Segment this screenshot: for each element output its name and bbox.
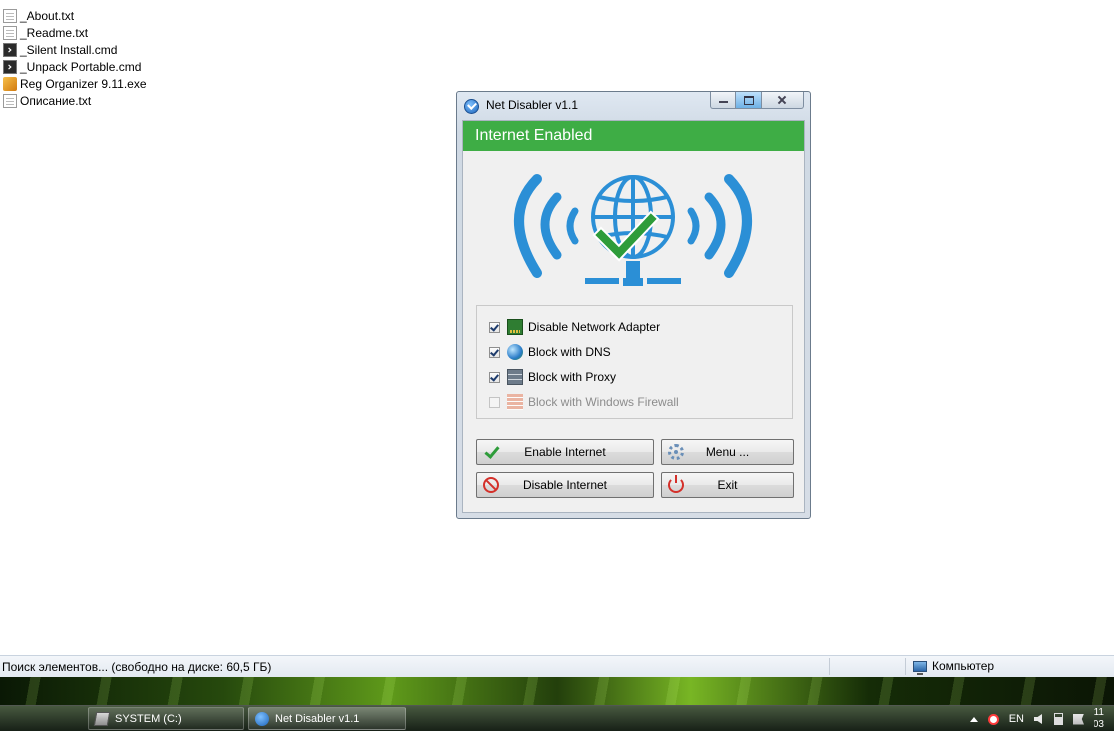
status-location-label: Компьютер [932, 659, 995, 673]
desktop-wallpaper [0, 677, 1114, 705]
button-label: Exit [717, 478, 738, 492]
status-divider [829, 658, 830, 675]
text-file-icon [3, 25, 17, 40]
file-name: _Readme.txt [20, 25, 89, 40]
taskbar-item-system-drive[interactable]: SYSTEM (C:) [88, 707, 244, 730]
file-name: _Unpack Portable.cmd [20, 59, 142, 74]
file-name: _Silent Install.cmd [20, 42, 118, 57]
file-item-reg-organizer[interactable]: Reg Organizer 9.11.exe [3, 75, 147, 92]
clock-date: 17.03 [1094, 719, 1104, 730]
cmd-file-icon [3, 59, 17, 74]
signal-wave-middle-right [704, 192, 726, 260]
menu-button[interactable]: Menu ... [661, 439, 794, 465]
checkbox-block-with-proxy[interactable] [489, 371, 500, 383]
blocking-options-group: Disable Network Adapter Block with DNS B… [476, 305, 793, 419]
text-file-icon [3, 93, 17, 108]
battery-icon[interactable] [1054, 713, 1063, 725]
file-item-about[interactable]: _About.txt [3, 7, 147, 24]
taskbar-item-label: SYSTEM (C:) [115, 712, 182, 725]
check-icon [483, 444, 499, 460]
status-location: Компьютер [913, 659, 995, 675]
minimize-button[interactable] [710, 92, 736, 109]
option-label: Disable Network Adapter [528, 320, 661, 334]
computer-icon [913, 660, 927, 675]
cmd-file-icon [3, 42, 17, 57]
signal-wave-middle-left [540, 192, 562, 260]
firewall-icon [507, 394, 523, 410]
system-tray: EN 11 17.03 [969, 706, 1114, 732]
taskbar-item-label: Net Disabler v1.1 [275, 712, 360, 725]
signal-wave-outer-right [724, 174, 752, 278]
power-icon [668, 475, 684, 493]
option-disable-network-adapter[interactable]: Disable Network Adapter [489, 318, 660, 336]
button-label: Enable Internet [524, 445, 606, 459]
net-disabler-window: Net Disabler v1.1 Internet Enabled Disab… [456, 91, 811, 519]
exe-file-icon [3, 76, 17, 91]
taskbar: SYSTEM (C:) Net Disabler v1.1 EN 11 17.0… [0, 705, 1114, 731]
window-client-area: Internet Enabled Disable Network Adapter… [462, 120, 805, 513]
network-adapter-icon [507, 319, 523, 335]
window-controls [710, 92, 804, 109]
speaker-icon[interactable] [1034, 714, 1042, 724]
clock[interactable]: 11 17.03 [1094, 707, 1114, 731]
net-disabler-app-icon [464, 99, 479, 114]
option-label: Block with Windows Firewall [528, 395, 679, 409]
status-divider [905, 658, 906, 675]
maximize-button[interactable] [736, 92, 762, 109]
network-globe-icon [514, 174, 752, 286]
enable-internet-button[interactable]: Enable Internet [476, 439, 654, 465]
checkbox-block-with-firewall [489, 396, 500, 408]
action-center-flag-icon[interactable] [1073, 713, 1084, 725]
file-name: _About.txt [20, 8, 75, 23]
clock-time: 11 [1094, 707, 1104, 718]
language-indicator[interactable]: EN [1009, 713, 1024, 725]
checkbox-block-with-dns[interactable] [489, 346, 500, 358]
checkbox-disable-network-adapter[interactable] [489, 321, 500, 333]
server-icon [507, 369, 523, 385]
net-disabler-icon [255, 711, 269, 726]
file-item-unpack-portable[interactable]: _Unpack Portable.cmd [3, 58, 147, 75]
disable-internet-button[interactable]: Disable Internet [476, 472, 654, 498]
record-icon[interactable] [987, 713, 999, 725]
globe-icon [507, 344, 523, 360]
window-title: Net Disabler v1.1 [486, 98, 579, 112]
file-name: Описание.txt [20, 93, 92, 108]
signal-wave-inner-right [687, 207, 700, 245]
text-file-icon [3, 8, 17, 23]
explorer-status-bar: Поиск элементов... (свободно на диске: 6… [0, 655, 1114, 677]
signal-wave-inner-left [566, 207, 579, 245]
file-item-silent-install[interactable]: _Silent Install.cmd [3, 41, 147, 58]
gear-icon [668, 444, 684, 460]
option-block-with-firewall: Block with Windows Firewall [489, 393, 679, 411]
internet-status-banner: Internet Enabled [463, 121, 804, 151]
option-block-with-proxy[interactable]: Block with Proxy [489, 368, 616, 386]
show-hidden-icons-icon[interactable] [969, 716, 978, 722]
exit-button[interactable]: Exit [661, 472, 794, 498]
close-button[interactable] [762, 92, 804, 109]
file-item-description[interactable]: Описание.txt [3, 92, 147, 109]
option-label: Block with Proxy [528, 370, 617, 384]
window-titlebar[interactable]: Net Disabler v1.1 [457, 92, 810, 116]
file-item-readme[interactable]: _Readme.txt [3, 24, 147, 41]
button-label: Disable Internet [522, 478, 608, 492]
file-name: Reg Organizer 9.11.exe [20, 76, 147, 91]
button-label: Menu ... [705, 445, 750, 459]
drive-icon [93, 711, 111, 726]
taskbar-item-net-disabler[interactable]: Net Disabler v1.1 [248, 707, 406, 730]
no-entry-icon [483, 477, 499, 493]
option-block-with-dns[interactable]: Block with DNS [489, 343, 611, 361]
desktop-file-list: _About.txt _Readme.txt _Silent Install.c… [3, 7, 147, 109]
signal-wave-outer-left [514, 174, 542, 278]
status-text: Поиск элементов... (свободно на диске: 6… [2, 660, 272, 674]
option-label: Block with DNS [528, 345, 611, 359]
